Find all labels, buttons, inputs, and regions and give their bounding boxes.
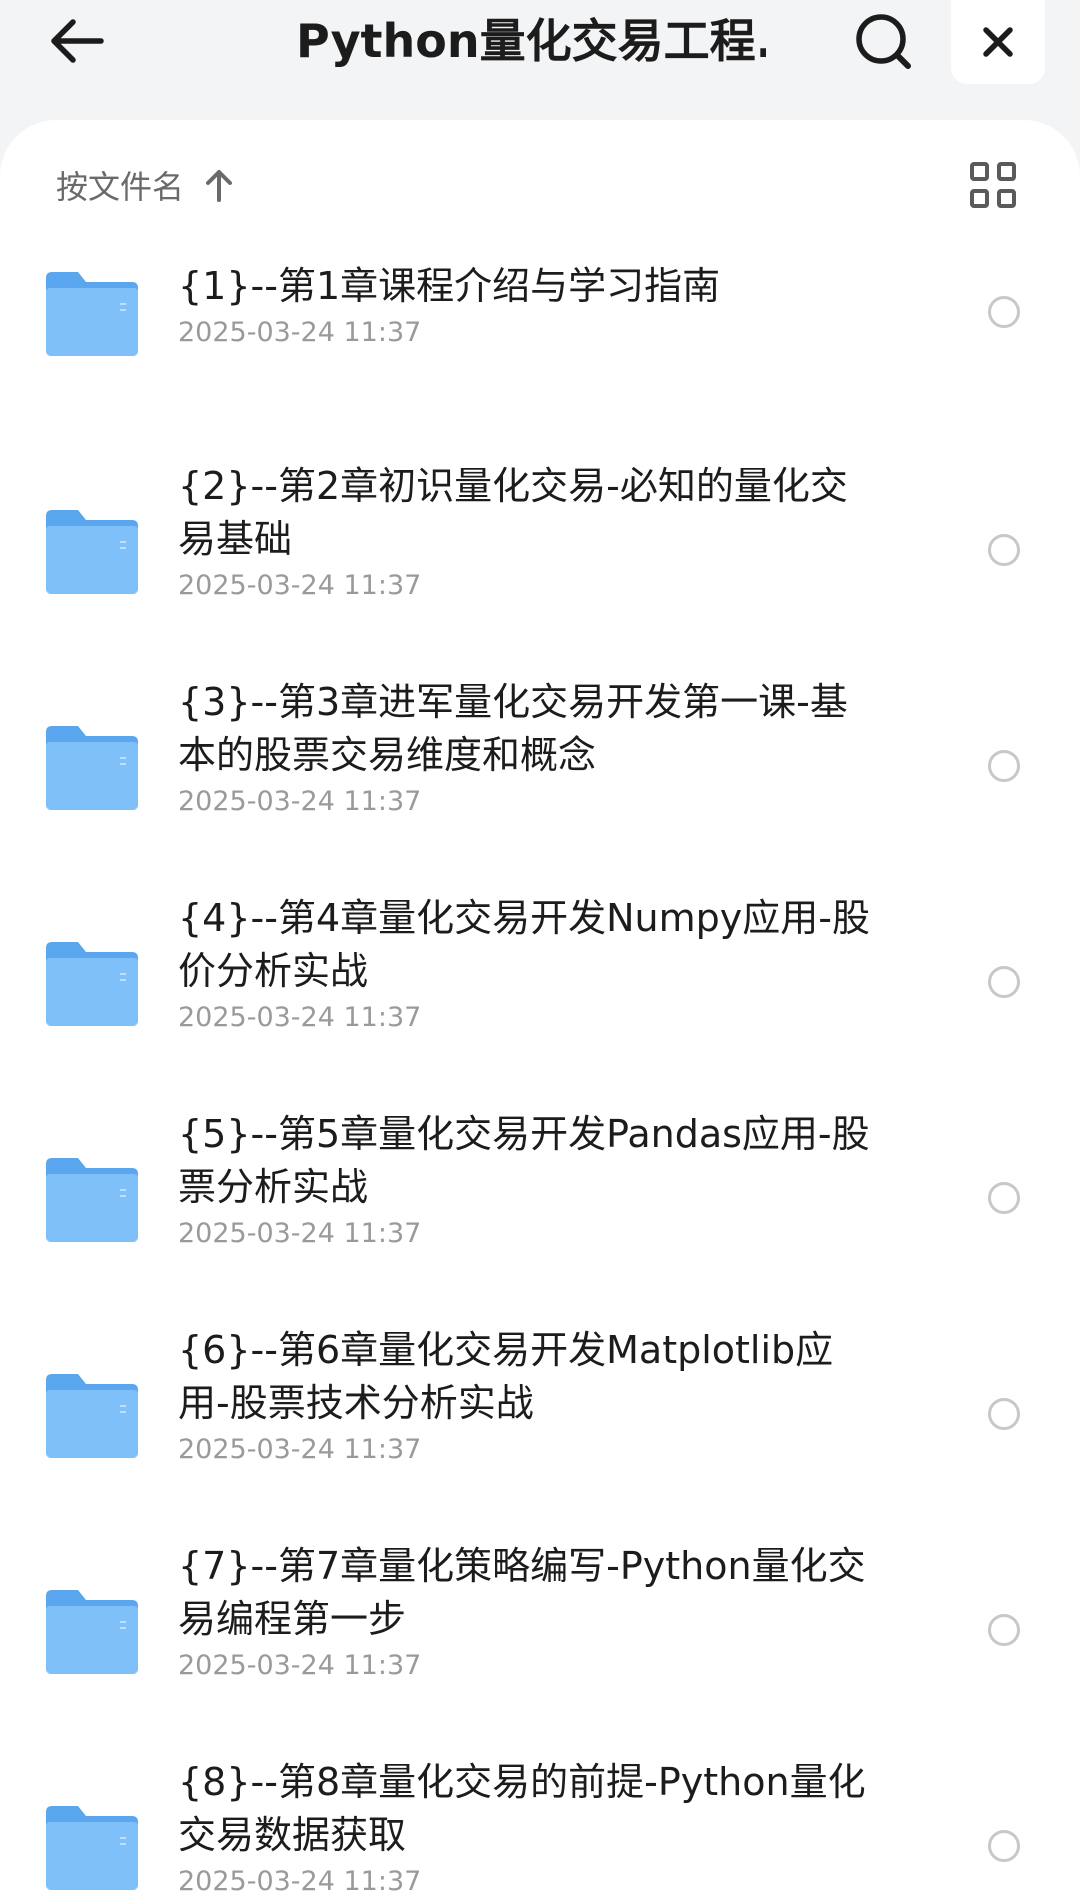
- file-name: {8}--第8章量化交易的前提-Python量化交易数据获取: [178, 1760, 866, 1857]
- file-name: {1}--第1章课程介绍与学习指南: [178, 264, 721, 308]
- file-name: {5}--第5章量化交易开发Pandas应用-股票分析实战: [178, 1112, 870, 1209]
- select-checkbox[interactable]: [988, 1398, 1020, 1430]
- file-date: 2025-03-24 11:37: [178, 1650, 422, 1681]
- select-checkbox[interactable]: [988, 1614, 1020, 1646]
- select-checkbox[interactable]: [988, 1830, 1020, 1862]
- folder-list-item[interactable]: {7}--第7章量化策略编写-Python量化交易编程第一步 2025-03-2…: [0, 1520, 1080, 1736]
- grid-cell: [970, 162, 989, 181]
- select-checkbox[interactable]: [988, 1182, 1020, 1214]
- top-bar: Python量化交易工程...: [0, 0, 1080, 120]
- select-checkbox[interactable]: [988, 296, 1020, 328]
- folder-icon: [46, 942, 138, 1026]
- folder-list-item[interactable]: {3}--第3章进军量化交易开发第一课-基本的股票交易维度和概念 2025-03…: [0, 656, 1080, 872]
- folder-list-item[interactable]: {1}--第1章课程介绍与学习指南 2025-03-24 11:37: [0, 240, 1080, 440]
- folder-list-item[interactable]: {2}--第2章初识量化交易-必知的量化交易基础 2025-03-24 11:3…: [0, 440, 1080, 656]
- folder-list-item[interactable]: {5}--第5章量化交易开发Pandas应用-股票分析实战 2025-03-24…: [0, 1088, 1080, 1304]
- file-date: 2025-03-24 11:37: [178, 1866, 422, 1897]
- file-name: {7}--第7章量化策略编写-Python量化交易编程第一步: [178, 1544, 866, 1641]
- search-button[interactable]: [852, 10, 916, 74]
- grid-cell: [970, 189, 989, 208]
- folder-icon: [46, 272, 138, 356]
- arrow-left-icon: [51, 19, 104, 63]
- file-name: {4}--第4章量化交易开发Numpy应用-股价分析实战: [178, 896, 870, 993]
- arrow-up-icon: [204, 167, 234, 203]
- grid-cell: [997, 162, 1016, 181]
- folder-icon: [46, 1590, 138, 1674]
- file-browser-panel: 按文件名 {1}--第1章课程介绍与学习指南 2025-03-24 11:37: [0, 120, 1080, 1903]
- folder-icon: [46, 1158, 138, 1242]
- grid-view-icon[interactable]: [970, 162, 1016, 208]
- sort-label: 按文件名: [56, 168, 185, 206]
- grid-cell: [997, 189, 1016, 208]
- close-icon: [983, 27, 1013, 57]
- file-date: 2025-03-24 11:37: [178, 317, 422, 348]
- folder-icon: [46, 510, 138, 594]
- file-date: 2025-03-24 11:37: [178, 1002, 422, 1033]
- file-date: 2025-03-24 11:37: [178, 1218, 422, 1249]
- file-name: {2}--第2章初识量化交易-必知的量化交易基础: [178, 464, 848, 561]
- folder-list-item[interactable]: {6}--第6章量化交易开发Matplotlib应用-股票技术分析实战 2025…: [0, 1304, 1080, 1520]
- select-checkbox[interactable]: [988, 966, 1020, 998]
- back-button[interactable]: [44, 8, 110, 74]
- folder-icon: [46, 1806, 138, 1890]
- search-icon: [856, 14, 911, 69]
- file-date: 2025-03-24 11:37: [178, 1434, 422, 1465]
- file-name: {3}--第3章进军量化交易开发第一课-基本的股票交易维度和概念: [178, 680, 848, 777]
- folder-icon: [46, 726, 138, 810]
- file-list: {1}--第1章课程介绍与学习指南 2025-03-24 11:37 {2}--…: [0, 240, 1080, 1903]
- sort-button[interactable]: 按文件名: [56, 160, 234, 210]
- select-checkbox[interactable]: [988, 534, 1020, 566]
- file-date: 2025-03-24 11:37: [178, 786, 422, 817]
- select-checkbox[interactable]: [988, 750, 1020, 782]
- folder-icon: [46, 1374, 138, 1458]
- folder-list-item[interactable]: {8}--第8章量化交易的前提-Python量化交易数据获取 2025-03-2…: [0, 1736, 1080, 1903]
- page-title: Python量化交易工程...: [296, 14, 766, 68]
- folder-list-item[interactable]: {4}--第4章量化交易开发Numpy应用-股价分析实战 2025-03-24 …: [0, 872, 1080, 1088]
- close-button[interactable]: [951, 0, 1045, 84]
- file-name: {6}--第6章量化交易开发Matplotlib应用-股票技术分析实战: [178, 1328, 834, 1425]
- file-date: 2025-03-24 11:37: [178, 570, 422, 601]
